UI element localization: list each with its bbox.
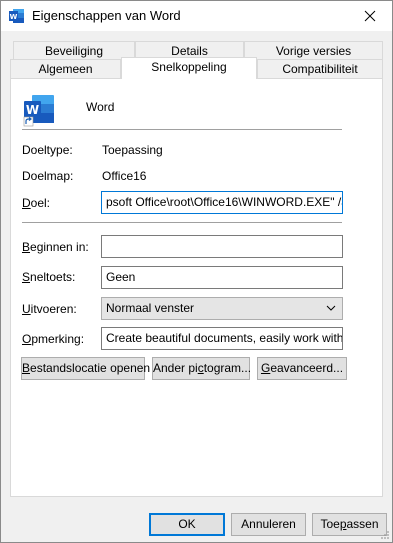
chevron-down-icon [326, 305, 336, 311]
word-app-icon: W [9, 8, 25, 24]
tab-label: Vorige versies [275, 44, 352, 58]
shortcut-panel: W Word Doeltype: Toepassing Doelmap: Off… [10, 78, 383, 497]
target-type-label: Doeltype: [22, 143, 73, 157]
start-in-field[interactable] [101, 235, 343, 258]
separator [22, 129, 342, 130]
target-location-value: Office16 [102, 169, 147, 183]
tab-label: Algemeen [38, 62, 93, 76]
tab-label: Details [171, 44, 208, 58]
ok-button[interactable]: OK [149, 513, 225, 536]
run-label: Uitvoeren: [22, 302, 77, 316]
tab-label: Snelkoppeling [151, 60, 227, 74]
window-title: Eigenschappen van Word [32, 8, 181, 23]
properties-dialog: W Eigenschappen van Word Beveiliging Det… [0, 0, 393, 543]
shortcut-key-label: Sneltoets: [22, 270, 76, 284]
close-icon [364, 10, 376, 22]
target-label: Doel: [22, 196, 51, 210]
cancel-button[interactable]: Annuleren [231, 513, 306, 536]
tab-label: Compatibiliteit [282, 62, 358, 76]
shortcut-key-field[interactable]: Geen [101, 266, 343, 289]
change-icon-button[interactable]: Ander pictogram... [152, 357, 251, 380]
tab-beveiliging[interactable]: Beveiliging [13, 41, 135, 60]
shortcut-name: Word [86, 100, 115, 114]
resize-grip-icon[interactable] [380, 530, 390, 540]
apply-button[interactable]: Toepassen [312, 513, 387, 536]
tab-snelkoppeling[interactable]: Snelkoppeling [121, 57, 257, 79]
comment-field[interactable]: Create beautiful documents, easily work … [101, 327, 343, 350]
comment-label: Opmerking: [22, 332, 85, 346]
shortcut-key-field-value: Geen [106, 270, 136, 284]
comment-field-value: Create beautiful documents, easily work … [106, 331, 343, 345]
title-bar[interactable]: W Eigenschappen van Word [1, 1, 392, 31]
close-button[interactable] [348, 1, 392, 31]
advanced-button[interactable]: Geavanceerd... [257, 357, 347, 380]
target-location-label: Doelmap: [22, 169, 74, 183]
run-select[interactable]: Normaal venster [101, 297, 343, 320]
svg-text:W: W [10, 13, 18, 21]
tab-algemeen[interactable]: Algemeen [10, 59, 121, 78]
tab-vorige-versies[interactable]: Vorige versies [244, 41, 383, 60]
word-shortcut-icon: W [22, 93, 56, 127]
target-type-value: Toepassing [102, 143, 163, 157]
open-file-location-button[interactable]: Bestandslocatie openen [21, 357, 150, 380]
separator [22, 222, 342, 223]
start-in-label: Beginnen in: [22, 240, 89, 254]
target-field-value: psoft Office\root\Office16\WINWORD.EXE" … [106, 195, 343, 209]
run-select-value: Normaal venster [106, 301, 195, 315]
svg-text:W: W [26, 103, 39, 117]
tab-label: Beveiliging [44, 44, 104, 58]
tab-compatibiliteit[interactable]: Compatibiliteit [257, 59, 383, 78]
target-field[interactable]: psoft Office\root\Office16\WINWORD.EXE" … [101, 191, 343, 214]
